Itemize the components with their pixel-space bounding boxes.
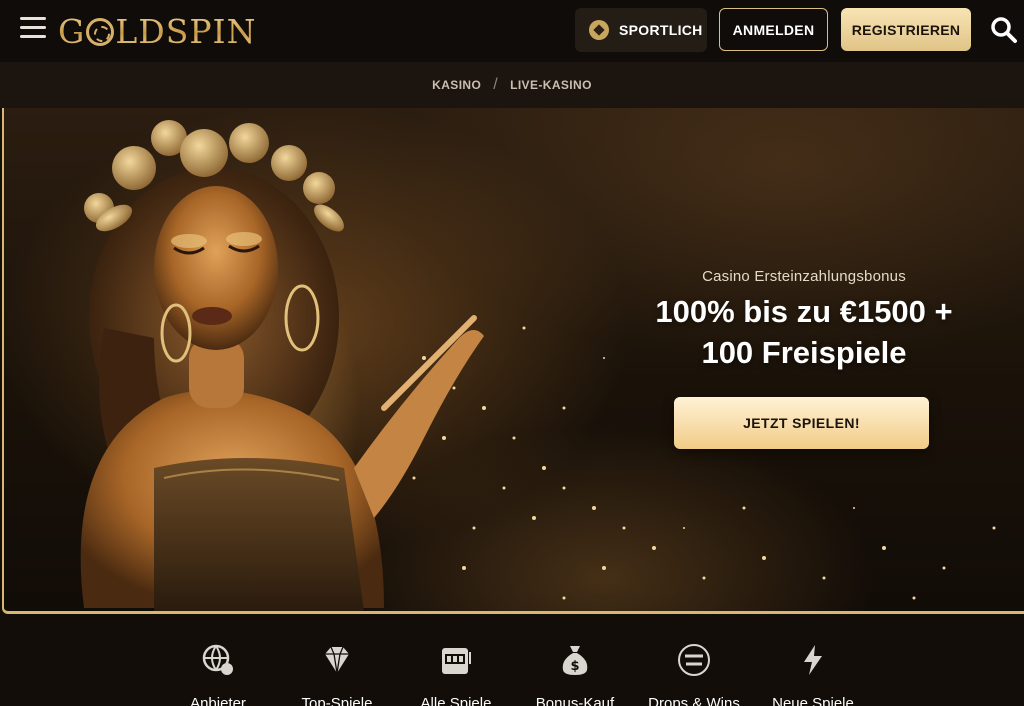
promo-title-line1: 100% bis zu €1500 + [655,294,953,329]
sport-button[interactable]: SPORTLICH [575,8,707,52]
drops-wins-icon [678,644,710,676]
promo-text: Casino Ersteinzahlungsbonus 100% bis zu … [624,268,984,373]
category-label: Neue Spiele [772,695,854,706]
promo-subtitle: Casino Ersteinzahlungsbonus [702,268,906,285]
hamburger-icon[interactable] [20,17,46,39]
search-icon[interactable] [990,16,1018,44]
category-drops-wins[interactable]: Drops & Wins [639,642,749,706]
money-bag-icon: $ [562,646,588,675]
lightning-icon [804,645,822,675]
category-bonus-buy[interactable]: $ Bonus-Kauf [520,642,630,706]
breadcrumb-item-kasino[interactable]: KASINO [432,78,481,92]
category-all-games[interactable]: Alle Spiele [401,642,511,706]
slot-machine-icon [442,648,471,674]
category-new-games[interactable]: Neue Spiele [758,642,868,706]
breadcrumb-separator: / [493,76,499,93]
soccer-ball-icon [589,20,609,40]
login-button[interactable]: ANMELDEN [719,8,828,51]
globe-clover-icon [202,644,233,675]
category-label: Bonus-Kauf [535,695,615,706]
site-header: G LDSPIN SPORTLICH ANMELDEN REGISTRIEREN [0,0,1024,62]
logo-spin-icon [86,18,115,46]
play-now-button[interactable]: JETZT SPIELEN! [674,397,929,449]
breadcrumb-item-live-kasino[interactable]: LIVE-KASINO [510,78,592,92]
diamond-icon [325,646,349,674]
promo-title-line2: 100 Freispiele [701,335,907,370]
category-providers[interactable]: Anbieter [163,642,273,706]
breadcrumb: KASINO / LIVE-KASINO [0,62,1024,108]
category-top-games[interactable]: Top-Spiele [282,642,392,706]
category-label: Alle Spiele [420,695,492,706]
goldspin-logo[interactable]: G LDSPIN [58,10,256,52]
category-nav: Anbieter Top-Spiele Alle Spiele $ Bonus-… [0,617,1024,706]
category-label: Drops & Wins [648,695,740,706]
hero-banner[interactable]: Casino Ersteinzahlungsbonus 100% bis zu … [2,108,1024,614]
category-label: Anbieter [190,695,246,706]
category-label: Top-Spiele [301,695,373,706]
svg-text:$: $ [570,659,579,674]
register-button[interactable]: REGISTRIEREN [841,8,971,51]
sport-button-label: SPORTLICH [619,22,703,38]
